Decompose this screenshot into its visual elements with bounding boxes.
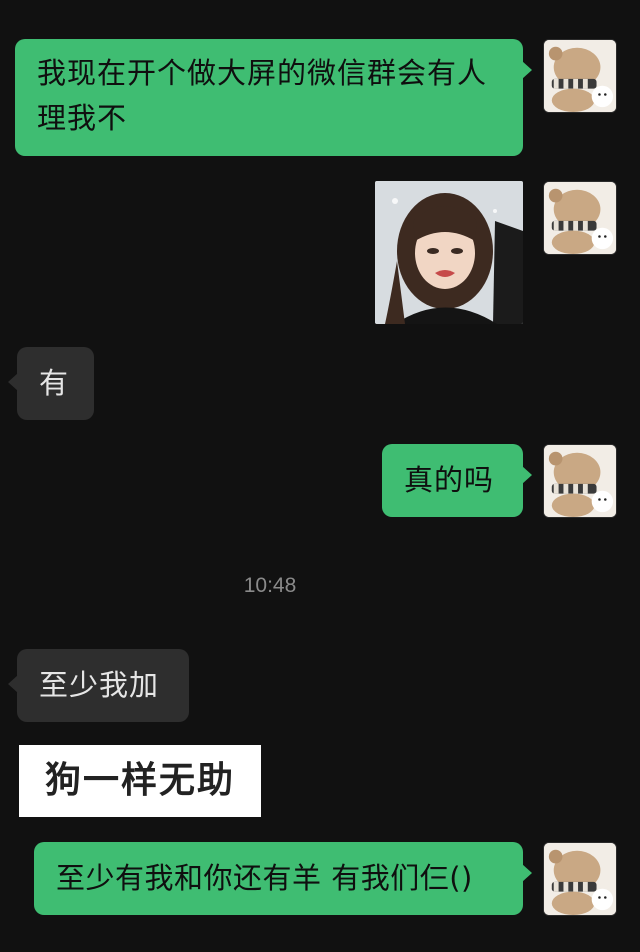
message-text: 有 [39,366,70,400]
crying-girl-photo-icon [375,181,523,324]
message-bubble-other[interactable]: 至少我加 [8,649,189,722]
message-text: 真的吗 [404,463,495,497]
message-timestamp: 10:48 [243,574,297,597]
user-avatar[interactable] [543,444,617,518]
message-bubble-self[interactable]: 我现在开个做大屏的微信群会有人 理我不 [15,39,532,156]
message-text-line: 我现在开个做大屏的微信群会有人 [37,56,488,90]
message-text: 至少我加 [39,668,160,702]
message-bubble-self[interactable]: 至少有我和你还有羊 有我们仨() [34,842,532,915]
plush-bear-icon [544,843,616,915]
sticker-text: 狗一样无助 [44,760,235,801]
message-text-line: 理我不 [37,101,128,135]
sticker-caption[interactable]: 狗一样无助 [19,745,261,817]
plush-bear-icon [544,445,616,517]
user-avatar[interactable] [543,181,617,255]
message-bubble-self[interactable]: 真的吗 [382,444,532,517]
chat-window: 我现在开个做大屏的微信群会有人 理我不 有 真的吗 10:48 至少我加 狗一样… [0,0,640,952]
plush-bear-icon [544,182,616,254]
plush-bear-icon [544,40,616,112]
user-avatar[interactable] [543,842,617,916]
message-photo[interactable] [375,181,523,324]
user-avatar[interactable] [543,39,617,113]
message-bubble-other[interactable]: 有 [8,347,94,420]
message-text: 至少有我和你还有羊 有我们仨() [56,861,473,895]
